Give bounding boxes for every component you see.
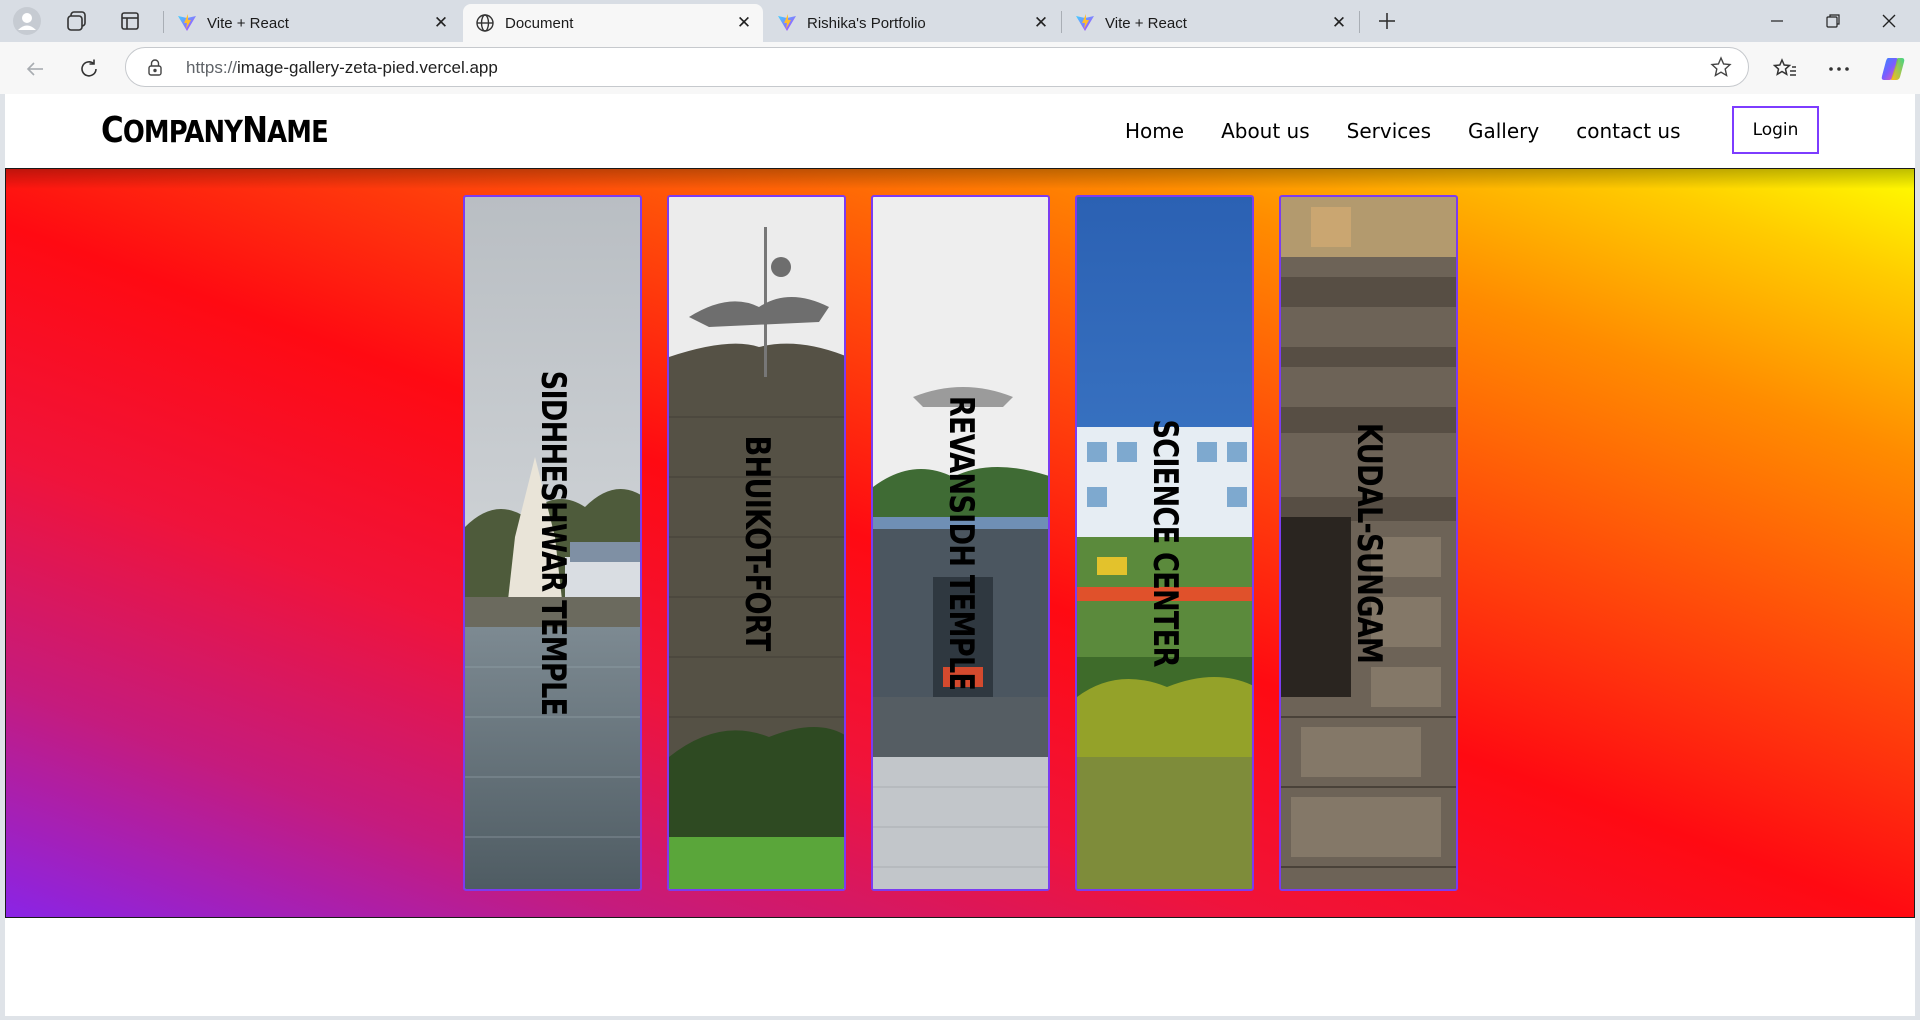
gallery-card-kudal-sungam[interactable]: KUDAL-SUNGAM (1279, 195, 1458, 891)
tab-actions-icon[interactable] (113, 5, 147, 37)
close-icon[interactable]: ✕ (1326, 10, 1352, 36)
gallery-card-label: BHUIKOT-FORT (737, 409, 777, 678)
close-icon (1882, 14, 1896, 28)
gallery-card-label-text: KUDAL-SUNGAM (1348, 422, 1389, 664)
reload-icon (81, 59, 97, 77)
gallery-card-label-text: BHUIKOT-FORT (736, 435, 777, 651)
nav-link-contact-us[interactable]: contact us (1576, 119, 1680, 143)
restore-button[interactable] (1805, 0, 1861, 42)
close-window-button[interactable] (1861, 0, 1917, 42)
browser-tab-strip: Vite + React ✕ Document ✕ Rishika's Port… (0, 0, 1920, 42)
settings-more-button[interactable] (1822, 52, 1856, 86)
profile-icon[interactable] (10, 5, 44, 37)
gallery-card-label: SIDHHESHWAR TEMPLE (533, 328, 573, 759)
copilot-button[interactable] (1876, 52, 1910, 86)
tab-title: Vite + React (1105, 14, 1187, 32)
vite-icon (778, 14, 796, 31)
tab-document[interactable]: Document ✕ (463, 4, 763, 42)
logo-part: C (101, 110, 124, 151)
site-header: COMPANYNAME Home About us Services Galle… (5, 94, 1915, 168)
back-button[interactable] (18, 52, 52, 86)
vite-icon (1076, 14, 1094, 31)
logo-part: OMPANY (122, 115, 243, 150)
nav-link-services[interactable]: Services (1347, 119, 1431, 143)
tab-title: Vite + React (207, 14, 289, 32)
vite-icon (178, 14, 196, 31)
logo-part: AME (267, 115, 329, 150)
workspaces-icon[interactable] (60, 5, 94, 37)
gallery-card-label: REVANSIDH TEMPLE (941, 359, 981, 727)
hero-shadow (6, 169, 1914, 189)
favorites-button[interactable] (1768, 52, 1802, 86)
arrow-left-icon (26, 62, 43, 76)
close-icon[interactable]: ✕ (1028, 10, 1054, 36)
more-icon (1829, 67, 1849, 71)
copilot-icon (1881, 58, 1905, 80)
gallery-card-bhuikot-fort[interactable]: BHUIKOT-FORT (667, 195, 846, 891)
reload-button[interactable] (72, 52, 106, 86)
minimize-icon (1771, 20, 1783, 22)
tab-separator (1359, 11, 1360, 33)
close-icon[interactable]: ✕ (731, 10, 757, 36)
favorites-icon (1773, 58, 1796, 76)
lock-icon[interactable] (146, 58, 164, 76)
new-tab-button[interactable] (1370, 5, 1404, 37)
tab-separator (1061, 11, 1062, 33)
nav-link-gallery[interactable]: Gallery (1468, 119, 1539, 143)
gallery-card-science-center[interactable]: SCIENCE CENTER (1075, 195, 1254, 891)
logo-part: N (242, 110, 268, 151)
main-nav: Home About us Services Gallery contact u… (1125, 94, 1718, 168)
tab-rishikas-portfolio[interactable]: Rishika's Portfolio ✕ (765, 4, 1060, 42)
url-host: image-gallery-zeta-pied.vercel.app (237, 58, 498, 77)
globe-icon (476, 14, 494, 32)
star-icon[interactable] (1710, 56, 1732, 78)
tab-separator (163, 11, 164, 33)
url-scheme: https:// (186, 58, 238, 77)
company-logo[interactable]: COMPANYNAME (101, 110, 329, 151)
tab-title: Document (505, 14, 574, 32)
gallery-card-label: SCIENCE CENTER (1145, 388, 1185, 697)
browser-toolbar: https://image-gallery-zeta-pied.vercel.a… (0, 42, 1920, 94)
gallery-card-label-text: SCIENCE CENTER (1144, 419, 1185, 667)
restore-icon (1826, 14, 1840, 28)
gallery-card-label-text: SIDHHESHWAR TEMPLE (532, 370, 573, 716)
minimize-button[interactable] (1749, 0, 1805, 42)
close-icon[interactable]: ✕ (428, 10, 454, 36)
gallery-hero: SIDHHESHWAR TEMPLE BHUIKOT-FORT REVANSID… (5, 168, 1915, 918)
url-text[interactable]: https://image-gallery-zeta-pied.vercel.a… (186, 58, 498, 78)
gallery-card-revansidh-temple[interactable]: REVANSIDH TEMPLE (871, 195, 1050, 891)
tab-vite-react-2[interactable]: Vite + React ✕ (1063, 4, 1358, 42)
gallery-card-label: KUDAL-SUNGAM (1349, 393, 1389, 693)
address-bar[interactable]: https://image-gallery-zeta-pied.vercel.a… (125, 47, 1749, 87)
plus-icon (1379, 13, 1395, 29)
gallery-card-sidhheshwar-temple[interactable]: SIDHHESHWAR TEMPLE (463, 195, 642, 891)
page-viewport: COMPANYNAME Home About us Services Galle… (5, 94, 1915, 1016)
nav-link-about-us[interactable]: About us (1221, 119, 1310, 143)
page-bottom-area (5, 918, 1915, 1016)
gallery-card-label-text: REVANSIDH TEMPLE (940, 395, 981, 691)
login-button[interactable]: Login (1732, 106, 1819, 154)
tab-title: Rishika's Portfolio (807, 14, 926, 32)
tab-vite-react-1[interactable]: Vite + React ✕ (165, 4, 460, 42)
nav-link-home[interactable]: Home (1125, 119, 1184, 143)
